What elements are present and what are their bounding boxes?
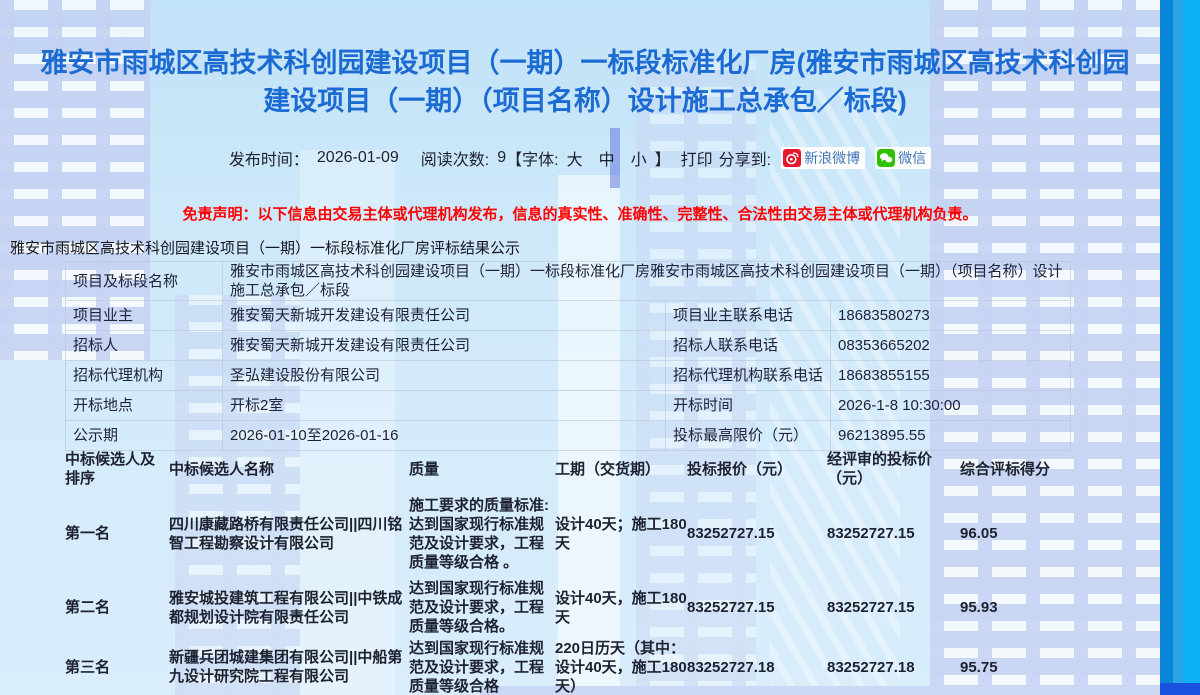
info-label-agency-phone: 招标代理机构联系电话 xyxy=(666,361,831,391)
share-label: 分享到: xyxy=(719,146,771,170)
info-value-agency-phone: 18683855155 xyxy=(831,361,1071,391)
candidate-row: 第三名 新疆兵团城建集团有限公司||中船第九设计研究院工程有限公司 达到国家现行… xyxy=(65,636,1070,695)
info-value-publicity-period: 2026-01-10至2026-01-16 xyxy=(223,421,666,451)
info-value-open-time: 2026-1-8 10:30:00 xyxy=(831,391,1071,421)
candidate-duration: 220日历天（其中：设计40天，施工180天） xyxy=(555,636,687,695)
table-header-row: 中标候选人及排序 中标候选人名称 质量 工期（交货期） 投标报价（元） 经评审的… xyxy=(65,450,1070,488)
info-label-max-price: 投标最高限价（元） xyxy=(666,421,831,451)
header-rank: 中标候选人及排序 xyxy=(65,450,169,488)
share-wechat-button[interactable]: 微信 xyxy=(875,147,931,169)
header-bid: 投标报价（元） xyxy=(687,450,827,488)
font-size-label-open: 【字体: xyxy=(506,146,558,170)
publish-time-label: 发布时间： xyxy=(229,146,309,170)
font-size-label-close: 】 xyxy=(655,146,671,170)
candidate-score: 96.05 xyxy=(960,488,1070,579)
info-value-agency: 圣弘建设股份有限公司 xyxy=(223,361,666,391)
print-button[interactable]: 打印 xyxy=(681,146,713,170)
share-weibo-button[interactable]: 新浪微博 xyxy=(781,147,865,169)
header-quality: 质量 xyxy=(409,450,555,488)
candidate-score: 95.75 xyxy=(960,636,1070,695)
candidate-duration: 设计40天；施工180天 xyxy=(555,488,687,579)
table-row: 招标代理机构 圣弘建设股份有限公司 招标代理机构联系电话 18683855155 xyxy=(66,361,1071,391)
project-info-table: 项目及标段名称 雅安市雨城区高技术科创园建设项目（一期）一标段标准化厂房雅安市雨… xyxy=(65,261,1071,451)
info-label-tenderer-phone: 招标人联系电话 xyxy=(666,331,831,361)
header-duration: 工期（交货期） xyxy=(555,450,687,488)
info-value-open-place: 开标2室 xyxy=(223,391,666,421)
info-value-max-price: 96213895.55 xyxy=(831,421,1071,451)
candidate-bid: 83252727.15 xyxy=(687,579,827,636)
wechat-icon xyxy=(877,149,898,167)
info-value-project-name: 雅安市雨城区高技术科创园建设项目（一期）一标段标准化厂房雅安市雨城区高技术科创园… xyxy=(223,262,1071,301)
info-value-tenderer: 雅安蜀天新城开发建设有限责任公司 xyxy=(223,331,666,361)
right-accent-strip xyxy=(1160,0,1200,695)
candidate-bid: 83252727.18 xyxy=(687,636,827,695)
candidate-quality: 达到国家现行标准规范及设计要求，工程质量等级合格。 xyxy=(409,579,555,636)
info-label-publicity-period: 公示期 xyxy=(66,421,223,451)
info-label-owner: 项目业主 xyxy=(66,301,223,331)
candidate-quality: 达到国家现行标准规范及设计要求，工程质量等级合格 xyxy=(409,636,555,695)
share-weibo-label: 新浪微博 xyxy=(804,148,860,168)
candidate-rank: 第一名 xyxy=(65,488,169,579)
candidate-rank: 第二名 xyxy=(65,579,169,636)
candidate-row: 第二名 雅安城投建筑工程有限公司||中铁成都规划设计院有限责任公司 达到国家现行… xyxy=(65,579,1070,636)
candidate-evaluated: 83252727.15 xyxy=(827,579,960,636)
info-label-owner-phone: 项目业主联系电话 xyxy=(666,301,831,331)
meta-bar: 发布时间： 2026-01-09 阅读次数: 9 【字体: 大 中 小 】 打印… xyxy=(0,146,1160,170)
candidate-rank: 第三名 xyxy=(65,636,169,695)
info-value-tenderer-phone: 08353665202 xyxy=(831,331,1071,361)
candidate-row: 第一名 四川康藏路桥有限责任公司||四川铭智工程勘察设计有限公司 施工要求的质量… xyxy=(65,488,1070,579)
header-score: 综合评标得分 xyxy=(960,450,1070,488)
candidate-name: 雅安城投建筑工程有限公司||中铁成都规划设计院有限责任公司 xyxy=(169,579,409,636)
font-size-medium-button[interactable]: 中 xyxy=(599,146,615,170)
announcement-page: 雅安市雨城区高技术科创园建设项目（一期）一标段标准化厂房(雅安市雨城区高技术科创… xyxy=(0,0,1200,695)
candidates-table: 中标候选人及排序 中标候选人名称 质量 工期（交货期） 投标报价（元） 经评审的… xyxy=(65,450,1070,695)
result-publicity-subtitle: 雅安市雨城区高技术科创园建设项目（一期）一标段标准化厂房评标结果公示 xyxy=(10,237,520,258)
publish-date: 2026-01-09 xyxy=(317,149,399,167)
table-row: 开标地点 开标2室 开标时间 2026-1-8 10:30:00 xyxy=(66,391,1071,421)
candidate-name: 新疆兵团城建集团有限公司||中船第九设计研究院工程有限公司 xyxy=(169,636,409,695)
candidate-score: 95.93 xyxy=(960,579,1070,636)
info-label-tenderer: 招标人 xyxy=(66,331,223,361)
info-label-open-place: 开标地点 xyxy=(66,391,223,421)
header-name: 中标候选人名称 xyxy=(169,450,409,488)
candidate-duration: 设计40天，施工180天 xyxy=(555,579,687,636)
table-row: 项目业主 雅安蜀天新城开发建设有限责任公司 项目业主联系电话 186835802… xyxy=(66,301,1071,331)
font-size-large-button[interactable]: 大 xyxy=(567,146,583,170)
page-title: 雅安市雨城区高技术科创园建设项目（一期）一标段标准化厂房(雅安市雨城区高技术科创… xyxy=(30,44,1140,120)
candidate-bid: 83252727.15 xyxy=(687,488,827,579)
info-value-owner-phone: 18683580273 xyxy=(831,301,1071,331)
views-label: 阅读次数: xyxy=(421,146,489,170)
candidate-quality: 施工要求的质量标准:达到国家现行标准规范及设计要求，工程质量等级合格 。 xyxy=(409,488,555,579)
views-count: 9 xyxy=(497,149,506,167)
table-row: 招标人 雅安蜀天新城开发建设有限责任公司 招标人联系电话 08353665202 xyxy=(66,331,1071,361)
info-label-project-name: 项目及标段名称 xyxy=(66,262,223,301)
font-size-small-button[interactable]: 小 xyxy=(631,146,647,170)
info-label-open-time: 开标时间 xyxy=(666,391,831,421)
disclaimer-text: 免责声明：以下信息由交易主体或代理机构发布，信息的真实性、准确性、完整性、合法性… xyxy=(0,203,1160,224)
candidate-evaluated: 83252727.15 xyxy=(827,488,960,579)
info-label-agency: 招标代理机构 xyxy=(66,361,223,391)
candidate-evaluated: 83252727.18 xyxy=(827,636,960,695)
candidate-name: 四川康藏路桥有限责任公司||四川铭智工程勘察设计有限公司 xyxy=(169,488,409,579)
share-wechat-label: 微信 xyxy=(898,148,926,168)
header-evaluated: 经评审的投标价（元） xyxy=(827,450,960,488)
weibo-icon xyxy=(783,149,804,167)
table-row: 公示期 2026-01-10至2026-01-16 投标最高限价（元） 9621… xyxy=(66,421,1071,451)
info-value-owner: 雅安蜀天新城开发建设有限责任公司 xyxy=(223,301,666,331)
table-row: 项目及标段名称 雅安市雨城区高技术科创园建设项目（一期）一标段标准化厂房雅安市雨… xyxy=(66,262,1071,301)
